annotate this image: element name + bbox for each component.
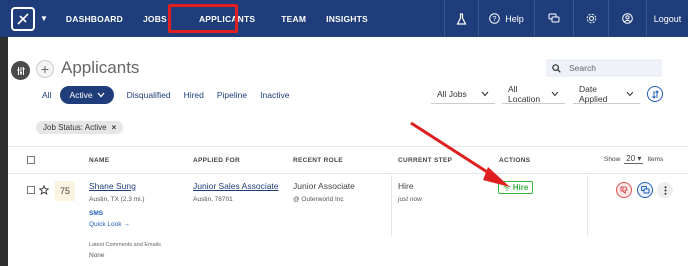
add-applicant-button[interactable]: + — [36, 60, 54, 78]
chevron-down-icon[interactable]: ▼ — [40, 14, 48, 23]
logo-icon[interactable] — [11, 6, 35, 31]
applied-job-location: Austin, 78701 — [193, 196, 233, 203]
applicant-name-link[interactable]: Shane Sung — [89, 181, 136, 191]
location-filter-value: All Location — [508, 84, 541, 104]
annotation-highlight-box — [168, 4, 238, 33]
nav-team[interactable]: TEAM — [281, 0, 306, 37]
chip-label: Job Status: Active — [43, 123, 107, 132]
sort-options-icon[interactable] — [647, 86, 663, 102]
chevron-down-icon — [97, 92, 105, 98]
chevron-down-icon — [481, 91, 489, 97]
nav-insights[interactable]: INSIGHTS — [326, 0, 368, 37]
tab-disqualified[interactable]: Disqualified — [127, 90, 171, 100]
tab-all[interactable]: All — [42, 90, 51, 100]
recent-role: Junior Associate — [293, 181, 355, 191]
filter-sliders-icon[interactable] — [11, 61, 30, 80]
header-applied-for[interactable]: APPLIED FOR — [193, 157, 240, 164]
nav-jobs[interactable]: JOBS — [143, 0, 167, 37]
chat-icon[interactable] — [534, 0, 573, 37]
status-tabs: All Active Disqualified Hired Pipeline I… — [42, 86, 302, 104]
help-icon: ? — [489, 13, 501, 24]
annotation-arrow-icon — [410, 121, 510, 187]
search-placeholder: Search — [569, 63, 596, 73]
thumbs-down-icon[interactable] — [616, 182, 632, 198]
column-divider — [391, 175, 392, 236]
quick-look-link[interactable]: Quick Look → — [89, 221, 130, 228]
chevron-down-icon — [551, 91, 559, 97]
step-time: just now — [398, 196, 422, 203]
left-gutter — [0, 37, 8, 266]
jobs-filter-select[interactable]: All Jobs — [431, 85, 495, 104]
chevron-down-icon — [626, 91, 634, 97]
star-icon[interactable] — [39, 185, 49, 195]
user-icon[interactable] — [608, 0, 646, 37]
more-options-icon[interactable] — [657, 182, 673, 198]
header-recent-role[interactable]: RECENT ROLE — [293, 157, 343, 164]
comments-label: Latest Comments and Emails — [89, 242, 161, 248]
row-checkbox[interactable] — [27, 186, 35, 194]
table-header: NAME APPLIED FOR RECENT ROLE CURRENT STE… — [8, 146, 688, 174]
job-status-chip: Job Status: Active × — [36, 121, 124, 134]
recent-company: @ Outerworld Inc — [293, 196, 344, 203]
page-size-value: 20 — [626, 154, 636, 163]
gear-icon[interactable] — [573, 0, 608, 37]
header-name[interactable]: NAME — [89, 157, 109, 164]
nav-dashboard[interactable]: DASHBOARD — [66, 0, 123, 37]
tab-active[interactable]: Active — [60, 86, 114, 104]
applicant-score: 75 — [55, 181, 75, 201]
applicant-location: Austin, TX (2.3 mi.) — [89, 196, 145, 203]
search-icon — [552, 63, 561, 73]
tab-active-label: Active — [69, 90, 93, 100]
column-divider — [587, 175, 588, 236]
date-filter-value: Date Applied — [579, 84, 608, 104]
date-filter-select[interactable]: Date Applied — [573, 84, 640, 104]
sms-link[interactable]: SMS — [89, 210, 103, 217]
comments-value: None — [89, 252, 105, 259]
tab-inactive[interactable]: Inactive — [260, 90, 289, 100]
page-title: Applicants — [61, 58, 140, 77]
help-button[interactable]: ? Help — [478, 0, 534, 37]
select-all-checkbox[interactable] — [27, 156, 35, 164]
flask-icon[interactable] — [444, 0, 478, 37]
message-icon[interactable] — [637, 182, 653, 198]
page-size-select[interactable]: 20 ▾ — [624, 154, 644, 164]
jobs-filter-value: All Jobs — [437, 89, 467, 99]
chip-remove-icon[interactable]: × — [112, 123, 117, 132]
search-input[interactable]: Search — [546, 59, 662, 77]
tab-hired[interactable]: Hired — [184, 90, 204, 100]
logout-button[interactable]: Logout — [646, 0, 688, 37]
svg-text:?: ? — [493, 16, 497, 23]
applied-job-link[interactable]: Junior Sales Associate — [193, 181, 279, 191]
show-label: Show — [604, 155, 621, 163]
location-filter-select[interactable]: All Location — [502, 84, 565, 104]
tab-pipeline[interactable]: Pipeline — [217, 90, 247, 100]
items-label: Items — [647, 155, 664, 163]
top-nav: ▼ DASHBOARD JOBS APPLICANTS TEAM INSIGHT… — [0, 0, 688, 37]
page-size-control: Show 20 ▾ Items — [604, 154, 663, 164]
help-label: Help — [505, 13, 524, 24]
